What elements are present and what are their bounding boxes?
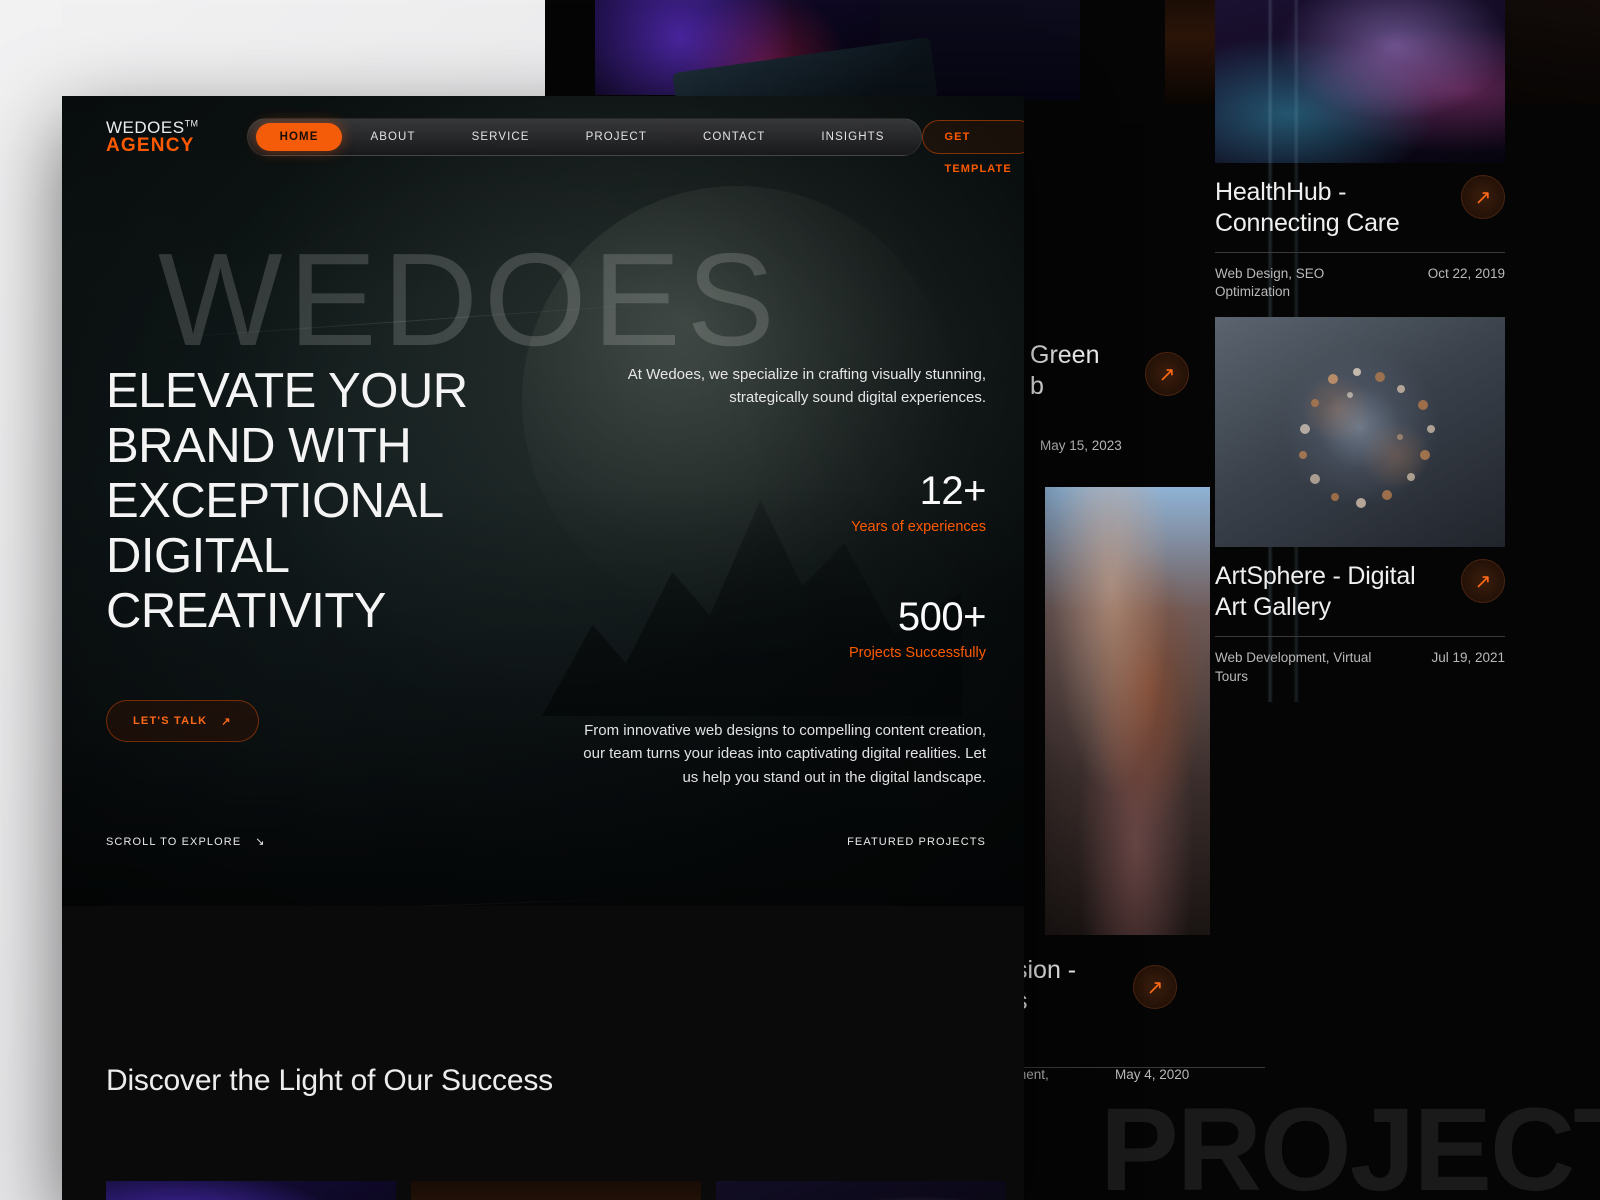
brand-logo-line1: WEDOESTM	[106, 117, 199, 137]
occluded-card-date: May 15, 2023	[1040, 438, 1122, 453]
occluded-project-card-2[interactable]: sion - s ↗ ment, May 4, 2020	[1015, 955, 1265, 1082]
project-card-body: ↗ ArtSphere - Digital Art Gallery Web De…	[1215, 547, 1505, 701]
lets-talk-button[interactable]: LET'S TALK ↗	[106, 700, 259, 743]
brand-logo-line2: AGENCY	[106, 134, 195, 156]
nav-item-service[interactable]: SERVICE	[444, 118, 558, 156]
get-template-button[interactable]: GET TEMPLATE	[921, 120, 1024, 175]
background-portrait-image	[1045, 487, 1210, 935]
stat-label: Years of experiences	[851, 519, 986, 535]
success-section-title: Discover the Light of Our Success	[106, 1064, 553, 1097]
project-card-image	[1215, 317, 1505, 548]
arrow-up-right-icon[interactable]: ↗	[1461, 175, 1505, 219]
project-card-meta: Web Development, Virtual Tours Jul 19, 2…	[1215, 649, 1505, 685]
project-card-meta: Web Design, SEO Optimization Oct 22, 201…	[1215, 265, 1505, 301]
stat-value: 500+	[897, 595, 987, 639]
trademark-icon: TM	[184, 117, 199, 128]
project-card-image	[1215, 0, 1505, 163]
success-thumbnail-row	[106, 1181, 1006, 1200]
divider	[1215, 636, 1505, 638]
hero-section: WEDOES WEDOESTM AGENCY HOME ABOUT SERVIC…	[62, 96, 1024, 906]
project-card-tags: Web Design, SEO Optimization	[1215, 266, 1325, 300]
nav-item-project[interactable]: PROJECT	[558, 118, 675, 156]
arrow-up-right-icon[interactable]: ↗	[1461, 559, 1505, 604]
stat-label: Projects Successfully	[849, 645, 986, 661]
hero-footer-bar: SCROLL TO EXPLORE ↘ FEATURED PROJECTS	[106, 835, 986, 849]
hero-content-grid: ELEVATE YOUR BRAND WITH EXCEPTIONAL DIGI…	[106, 364, 987, 789]
site-header: WEDOESTM AGENCY HOME ABOUT SERVICE PROJE…	[62, 96, 1024, 178]
arrow-up-right-icon[interactable]: ↗	[1133, 965, 1177, 1009]
project-card[interactable]: ↗ HealthHub - Connecting Care Web Design…	[1215, 0, 1505, 317]
project-card-date: Oct 22, 2019	[1427, 266, 1505, 281]
success-thumbnail[interactable]	[716, 1181, 1006, 1200]
project-card[interactable]: ↗ ArtSphere - Digital Art Gallery Web De…	[1215, 317, 1505, 701]
project-card-body: ↗ HealthHub - Connecting Care Web Design…	[1215, 163, 1505, 317]
success-thumbnail[interactable]	[411, 1181, 701, 1200]
sphere-decoration-icon	[1299, 368, 1435, 509]
scroll-to-explore-label: SCROLL TO EXPLORE	[106, 835, 242, 848]
hero-headline: ELEVATE YOUR BRAND WITH EXCEPTIONAL DIGI…	[106, 364, 468, 638]
main-page-panel: WEDOES WEDOESTM AGENCY HOME ABOUT SERVIC…	[62, 96, 1024, 1200]
scroll-to-explore[interactable]: SCROLL TO EXPLORE ↘	[106, 835, 266, 849]
featured-projects-column: ↗ HealthHub - Connecting Care Web Design…	[1215, 0, 1505, 702]
stat-block: 12+ Years of experiences	[576, 471, 986, 535]
stat-block: 500+ Projects Successfully	[576, 595, 987, 661]
screenshot-stage: Green b ↗ May 15, 2023 sion - s ↗ ment, …	[0, 0, 1600, 1200]
stat-value: 12+	[919, 469, 987, 513]
project-card-tags: Web Development, Virtual Tours	[1215, 650, 1372, 684]
nav-item-about[interactable]: ABOUT	[342, 118, 443, 156]
featured-projects-label: FEATURED PROJECTS	[847, 835, 986, 848]
hero-watermark-text: WEDOES	[158, 226, 781, 373]
project-card-date: Jul 19, 2021	[1431, 650, 1505, 666]
success-section: Discover the Light of Our Success	[62, 906, 1024, 1200]
success-thumbnail[interactable]	[106, 1181, 396, 1200]
hero-description-text: From innovative web designs to compellin…	[583, 722, 986, 786]
arrow-down-right-icon: ↘	[255, 836, 266, 848]
brand-logo[interactable]: WEDOESTM AGENCY	[106, 117, 199, 156]
hero-right-column: At Wedoes, we specialize in crafting vis…	[576, 364, 986, 789]
divider	[1215, 252, 1505, 253]
nav-item-contact[interactable]: CONTACT	[675, 118, 793, 156]
lets-talk-label: LET'S TALK	[133, 715, 208, 728]
nav-item-home[interactable]: HOME	[255, 123, 343, 151]
nav-item-insights[interactable]: INSIGHTS	[793, 118, 912, 156]
brand-logo-word: WEDOES	[106, 117, 185, 137]
arrow-up-right-icon: ↗	[221, 715, 232, 728]
project-card-title: ArtSphere - Digital Art Gallery	[1215, 562, 1416, 621]
project-card-title: HealthHub - Connecting Care	[1215, 178, 1400, 237]
background-section-watermark: PROJECTS	[1100, 1084, 1600, 1200]
primary-navigation: HOME ABOUT SERVICE PROJECT CONTACT INSIG…	[246, 118, 922, 156]
occluded-card2-date: May 4, 2020	[1115, 1067, 1190, 1082]
hero-left-column: ELEVATE YOUR BRAND WITH EXCEPTIONAL DIGI…	[106, 364, 536, 789]
hero-lead-text: At Wedoes, we specialize in crafting vis…	[627, 366, 986, 406]
arrow-up-right-icon[interactable]: ↗	[1145, 352, 1189, 396]
